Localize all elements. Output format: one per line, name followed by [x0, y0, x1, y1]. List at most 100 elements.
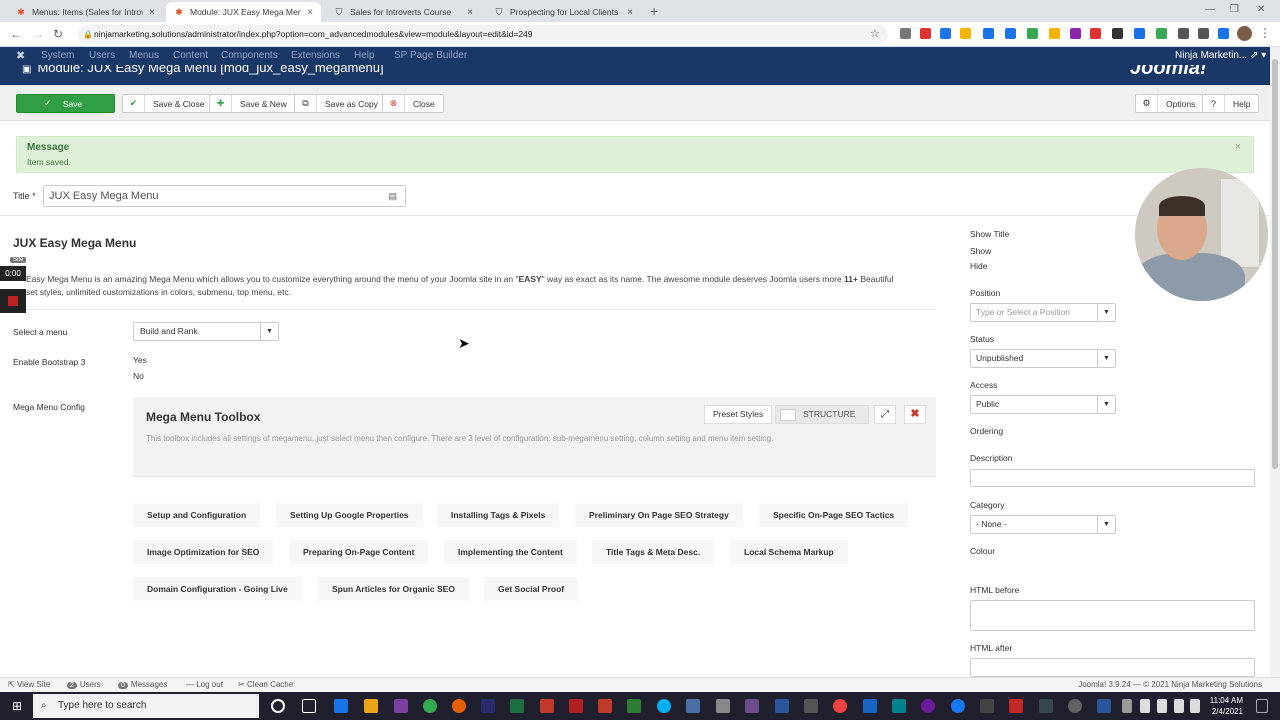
logout-link[interactable]: — Log out	[186, 680, 223, 689]
structure-toggle[interactable]: STRUCTURE	[775, 405, 869, 424]
view-site-link[interactable]: ⇱ View Site	[8, 680, 50, 689]
show-title-show-option[interactable]: Show	[970, 246, 991, 256]
title-field[interactable]: JUX Easy Mega Menu ▤	[43, 185, 406, 207]
close-button[interactable]: ⊗ Close	[382, 94, 444, 113]
forward-icon[interactable]: →	[32, 27, 44, 41]
notifications-icon[interactable]	[1256, 699, 1268, 713]
close-icon[interactable]: ×	[149, 7, 155, 18]
megamenu-item[interactable]: Title Tags & Meta Desc.	[592, 540, 715, 564]
bookmark-star-icon[interactable]: ☆	[870, 27, 880, 40]
nav-system[interactable]: System	[41, 50, 74, 61]
bootstrap-yes-option[interactable]: Yes	[133, 355, 147, 365]
status-select[interactable]: Unpublished ▼	[970, 349, 1116, 368]
close-icon[interactable]: ×	[467, 7, 473, 18]
description-field[interactable]	[970, 469, 1255, 487]
tray-chevron-icon[interactable]	[1122, 699, 1132, 713]
chrome-icon[interactable]	[423, 699, 437, 713]
access-select[interactable]: Public ▼	[970, 395, 1116, 414]
cloud-icon[interactable]	[1140, 699, 1150, 713]
extension-icon[interactable]	[983, 28, 994, 39]
megamenu-item[interactable]: Implementing the Content	[444, 540, 577, 564]
app-icon[interactable]	[716, 699, 730, 713]
save-new-button[interactable]: ✚ Save & New	[209, 94, 296, 113]
reload-icon[interactable]: ↻	[53, 27, 63, 41]
joomla-icon[interactable]: ✖	[16, 49, 25, 62]
app-icon[interactable]	[1068, 699, 1082, 713]
megamenu-item[interactable]: Preparing On-Page Content	[289, 540, 429, 564]
preset-styles-button[interactable]: Preset Styles	[704, 405, 773, 424]
close-window-icon[interactable]: ✕	[1257, 4, 1265, 15]
bootstrap-no-option[interactable]: No	[133, 371, 144, 381]
taskbar-search-input[interactable]: ⌕ Type here to search	[33, 694, 259, 718]
close-icon[interactable]: ×	[1235, 141, 1241, 153]
page-scrollbar[interactable]	[1270, 47, 1280, 677]
nav-components[interactable]: Components	[221, 50, 278, 61]
url-input[interactable]: 🔒 ninjamarketing.solutions/administrator…	[78, 25, 888, 44]
megamenu-item[interactable]: Specific On-Page SEO Tactics	[759, 503, 909, 527]
pdf-icon[interactable]	[540, 699, 554, 713]
extension-icon[interactable]	[1090, 28, 1101, 39]
save-button[interactable]: ✓ Save	[16, 94, 115, 113]
clean-cache-link[interactable]: ✂ Clean Cache	[238, 680, 293, 689]
app-icon[interactable]	[863, 699, 877, 713]
extension-icon[interactable]	[960, 28, 971, 39]
megamenu-item[interactable]: Setting Up Google Properties	[276, 503, 423, 527]
messages-link[interactable]: 0 Messages	[118, 680, 167, 689]
volume-icon[interactable]	[1190, 699, 1200, 713]
scrollbar-thumb[interactable]	[1272, 59, 1278, 469]
nav-help[interactable]: Help	[354, 50, 375, 61]
app-icon[interactable]	[980, 699, 994, 713]
app-icon[interactable]	[394, 699, 408, 713]
users-link[interactable]: 2 Users	[67, 680, 101, 689]
expand-icon[interactable]: ⤢	[874, 405, 896, 424]
close-icon[interactable]: ✖	[904, 405, 926, 424]
extension-icon[interactable]	[1049, 28, 1060, 39]
skype-icon[interactable]	[657, 699, 671, 713]
extension-icon[interactable]	[1156, 28, 1167, 39]
extension-icon[interactable]	[920, 28, 931, 39]
browser-tab-prospecting[interactable]: ⛉ Prospecting for Local Clients ×	[486, 2, 641, 22]
options-button[interactable]: ⚙ Options	[1135, 94, 1205, 113]
facebook-icon[interactable]	[951, 699, 965, 713]
word-icon[interactable]	[1097, 699, 1111, 713]
menu-select[interactable]: Build and Rank ▼	[133, 322, 279, 341]
excel-icon[interactable]	[510, 699, 524, 713]
battery-icon[interactable]	[1157, 699, 1167, 713]
nav-menus[interactable]: Menus	[129, 50, 159, 61]
nav-sp-page-builder[interactable]: SP Page Builder	[394, 50, 467, 61]
show-title-hide-option[interactable]: Hide	[970, 261, 987, 271]
close-icon[interactable]: ×	[627, 7, 633, 18]
app-icon[interactable]	[833, 699, 847, 713]
megamenu-item[interactable]: Image Optimization for SEO	[133, 540, 274, 564]
megamenu-item[interactable]: Setup and Configuration	[133, 503, 261, 527]
more-menu-icon[interactable]: ⋮	[1259, 26, 1271, 40]
megamenu-item[interactable]: Domain Configuration - Going Live	[133, 577, 302, 601]
save-copy-button[interactable]: ⧉ Save as Copy	[294, 94, 387, 113]
extension-icon[interactable]	[1112, 28, 1123, 39]
app-icon[interactable]	[1009, 699, 1023, 713]
user-menu[interactable]: Ninja Marketin... ⇗ ▾	[1175, 50, 1266, 61]
save-close-button[interactable]: ✔ Save & Close	[122, 94, 214, 113]
extension-icon[interactable]	[1005, 28, 1016, 39]
back-icon[interactable]: ←	[10, 27, 22, 41]
minimize-icon[interactable]: —	[1205, 4, 1215, 15]
app-icon[interactable]	[1039, 699, 1053, 713]
extension-icon[interactable]	[1027, 28, 1038, 39]
html-after-field[interactable]	[970, 658, 1255, 677]
taskbar-clock[interactable]: 11:04 AM 2/4/2021	[1203, 695, 1243, 717]
extension-icon[interactable]	[1134, 28, 1145, 39]
category-select[interactable]: - None - ▼	[970, 515, 1116, 534]
photoshop-icon[interactable]	[481, 699, 495, 713]
browser-tab-module[interactable]: ✱ Module: JUX Easy Mega Menu [m ×	[166, 2, 321, 22]
profile-avatar[interactable]	[1237, 26, 1252, 41]
html-before-field[interactable]	[970, 600, 1255, 631]
nav-users[interactable]: Users	[89, 50, 115, 61]
megamenu-item[interactable]: Spun Articles for Organic SEO	[318, 577, 469, 601]
app-icon[interactable]	[598, 699, 612, 713]
browser-tab-sales[interactable]: ⛉ Sales for Introverts Course ×	[326, 2, 481, 22]
help-button[interactable]: ? Help	[1202, 94, 1260, 113]
position-select[interactable]: Type or Select a Position ▼	[970, 303, 1116, 322]
app-icon[interactable]	[892, 699, 906, 713]
extension-icon[interactable]	[1178, 28, 1189, 39]
file-explorer-icon[interactable]	[364, 699, 378, 713]
